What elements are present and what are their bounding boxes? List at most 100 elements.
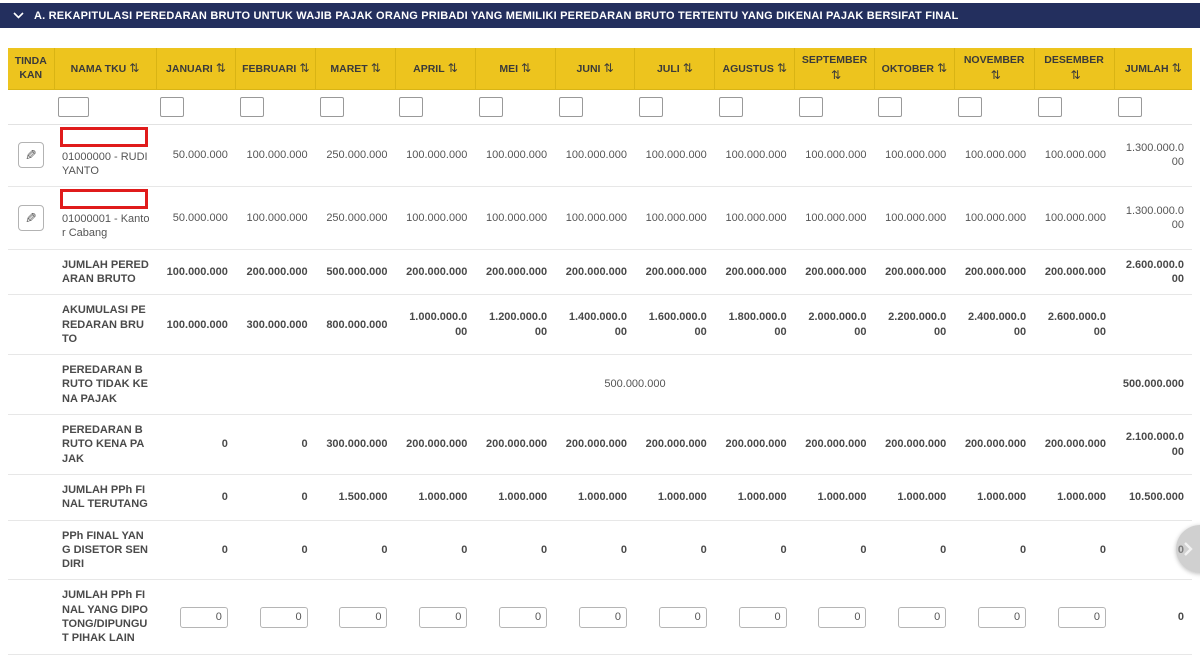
- month-value-cell: 1.000.000: [395, 474, 476, 521]
- pph-dipotong-input[interactable]: [339, 606, 388, 628]
- month-value-cell: 0: [156, 414, 236, 475]
- filter-input-juli[interactable]: [638, 96, 663, 117]
- table-row-jumlah-pph-final-terutang: JUMLAH PPh FINAL TERUTANG 0 0 1.500.000 1.00…: [8, 474, 1192, 521]
- sort-icon[interactable]: ⇅: [521, 61, 531, 75]
- column-header-februari[interactable]: FEBRUARI ⇅: [235, 48, 317, 90]
- filter-input-oktober[interactable]: [878, 96, 903, 117]
- table-row-selisih-e-f-g: SELISIH (e-f-g)001.500.0001.000.0001.000…: [8, 654, 1192, 660]
- pph-dipotong-input[interactable]: [179, 606, 228, 628]
- column-header-agustus[interactable]: AGUSTUS ⇅: [714, 48, 796, 90]
- pph-dipotong-input[interactable]: [419, 606, 468, 628]
- pph-dipotong-input[interactable]: [658, 606, 707, 628]
- filter-input-november[interactable]: [958, 96, 983, 117]
- column-header-november[interactable]: NOVEMBER⇅: [954, 48, 1035, 90]
- filter-input-juni[interactable]: [559, 96, 584, 117]
- column-header-maret[interactable]: MARET ⇅: [315, 48, 396, 90]
- table-row-01000001-kantor-cabang: ✎ 01000001 - Kantor Cabang 50.000.000 100.0…: [8, 186, 1192, 250]
- column-header-januari[interactable]: JANUARI ⇅: [156, 48, 237, 90]
- sort-icon[interactable]: ⇅: [937, 61, 947, 75]
- filter-input-agustus[interactable]: [718, 96, 743, 117]
- sort-icon[interactable]: ⇅: [683, 61, 693, 75]
- pph-dipotong-input[interactable]: [978, 606, 1027, 628]
- column-header-juni[interactable]: JUNI ⇅: [555, 48, 636, 90]
- month-value-cell: 0: [874, 520, 955, 581]
- month-value-cell: [714, 579, 795, 655]
- edit-row-button[interactable]: ✎: [18, 142, 44, 169]
- row-label-cell: 01000000 - RUDIYANTO: [54, 124, 156, 188]
- column-header-jumlah[interactable]: JUMLAH ⇅: [1114, 48, 1192, 90]
- column-header-desember[interactable]: DESEMBER⇅: [1034, 48, 1115, 90]
- filter-input-september[interactable]: [798, 96, 823, 117]
- month-value-cell: [794, 579, 875, 655]
- table-row-peredaran-bruto-kena-pajak: PEREDARAN BRUTO KENA PAJAK 0 0 300.000.000 2…: [8, 414, 1192, 475]
- column-header-oktober[interactable]: OKTOBER ⇅: [874, 48, 955, 90]
- filter-input-jumlah[interactable]: [1118, 96, 1142, 117]
- sort-icon[interactable]: ⇅: [603, 61, 613, 75]
- month-value-cell: 250.000.000: [315, 186, 396, 250]
- filter-cell-tindakan: [8, 89, 54, 125]
- pph-dipotong-input[interactable]: [1058, 606, 1106, 628]
- filter-cell-juni: [555, 89, 635, 125]
- filter-cell-februari: [235, 89, 316, 125]
- column-header-september[interactable]: SEPTEMBER⇅: [794, 48, 875, 90]
- sort-icon[interactable]: ⇅: [991, 68, 1001, 82]
- filter-input-nama-tku[interactable]: [58, 96, 89, 117]
- month-value-cell: 0: [315, 520, 396, 581]
- sort-icon[interactable]: ⇅: [777, 61, 787, 75]
- month-value-cell: 200.000.000: [555, 414, 635, 475]
- sort-icon[interactable]: ⇅: [1172, 61, 1182, 75]
- month-value-cell: 100.000.000: [954, 186, 1035, 250]
- collapse-chevron-icon[interactable]: [13, 12, 24, 19]
- month-value-cell: [954, 579, 1035, 655]
- filter-cell-november: [954, 89, 1035, 125]
- pencil-icon: ✎: [25, 147, 37, 164]
- month-value-cell: 1.000.000.000: [395, 294, 476, 356]
- month-value-cell: 200.000.000: [1034, 249, 1114, 296]
- pph-dipotong-input[interactable]: [578, 606, 627, 628]
- filter-input-februari[interactable]: [239, 96, 264, 117]
- sort-icon[interactable]: ⇅: [129, 61, 139, 75]
- pph-dipotong-input[interactable]: [898, 606, 947, 628]
- pph-dipotong-input[interactable]: [499, 606, 548, 628]
- month-value-cell: 0: [156, 654, 236, 660]
- row-total-cell: 2.600.000.000: [1114, 249, 1192, 296]
- row-label-cell: JUMLAH PPh FINAL TERUTANG: [54, 474, 156, 521]
- sort-icon[interactable]: ⇅: [448, 61, 458, 75]
- sort-icon[interactable]: ⇅: [1071, 68, 1081, 82]
- column-header-april[interactable]: APRIL ⇅: [395, 48, 476, 90]
- column-header-juli[interactable]: JULI ⇅: [634, 48, 716, 90]
- month-value-cell: 0: [555, 520, 635, 581]
- filter-input-desember[interactable]: [1038, 96, 1063, 117]
- sort-icon[interactable]: ⇅: [299, 61, 309, 75]
- month-value-cell: 200.000.000: [395, 414, 476, 475]
- pph-dipotong-input[interactable]: [738, 606, 787, 628]
- sort-icon[interactable]: ⇅: [831, 68, 841, 82]
- column-header-mei[interactable]: MEI ⇅: [475, 48, 556, 90]
- month-value-cell: 100.000.000: [634, 186, 715, 250]
- column-header-label: OKTOBER: [881, 63, 934, 76]
- table-row-jumlah-peredaran-bruto: JUMLAH PEREDARAN BRUTO 100.000.000 200.000…: [8, 249, 1192, 296]
- month-value-cell: 200.000.000: [874, 414, 955, 475]
- month-value-cell: 200.000.000: [954, 249, 1035, 296]
- month-value-cell: 0: [1034, 520, 1114, 581]
- month-value-cell: 1.000.000: [794, 654, 875, 660]
- column-header-nama-tku[interactable]: NAMA TKU ⇅: [54, 48, 157, 90]
- pph-dipotong-input[interactable]: [259, 606, 308, 628]
- recap-table: TINDAKAN NAMA TKU ⇅ JANUARI ⇅ FEBRUARI ⇅ MARET ⇅…: [8, 48, 1192, 660]
- month-value-cell: 1.000.000: [874, 474, 955, 521]
- filter-input-mei[interactable]: [479, 96, 504, 117]
- filter-input-januari[interactable]: [160, 96, 184, 117]
- filter-cell-september: [794, 89, 875, 125]
- row-total-cell: 1.300.000.000: [1114, 186, 1192, 250]
- pph-dipotong-input[interactable]: [818, 606, 867, 628]
- month-value-cell: 100.000.000: [475, 124, 556, 188]
- month-value-cell: 200.000.000: [634, 249, 715, 296]
- table-row-01000000-rudiyanto: ✎ 01000000 - RUDIYANTO 50.000.000 100.000.0…: [8, 124, 1192, 188]
- sort-icon[interactable]: ⇅: [216, 61, 226, 75]
- filter-input-maret[interactable]: [319, 96, 344, 117]
- month-value-cell: 100.000.000: [395, 186, 476, 250]
- month-value-cell: 1.000.000: [954, 654, 1035, 660]
- edit-row-button[interactable]: ✎: [18, 204, 44, 231]
- sort-icon[interactable]: ⇅: [371, 61, 381, 75]
- filter-input-april[interactable]: [399, 96, 424, 117]
